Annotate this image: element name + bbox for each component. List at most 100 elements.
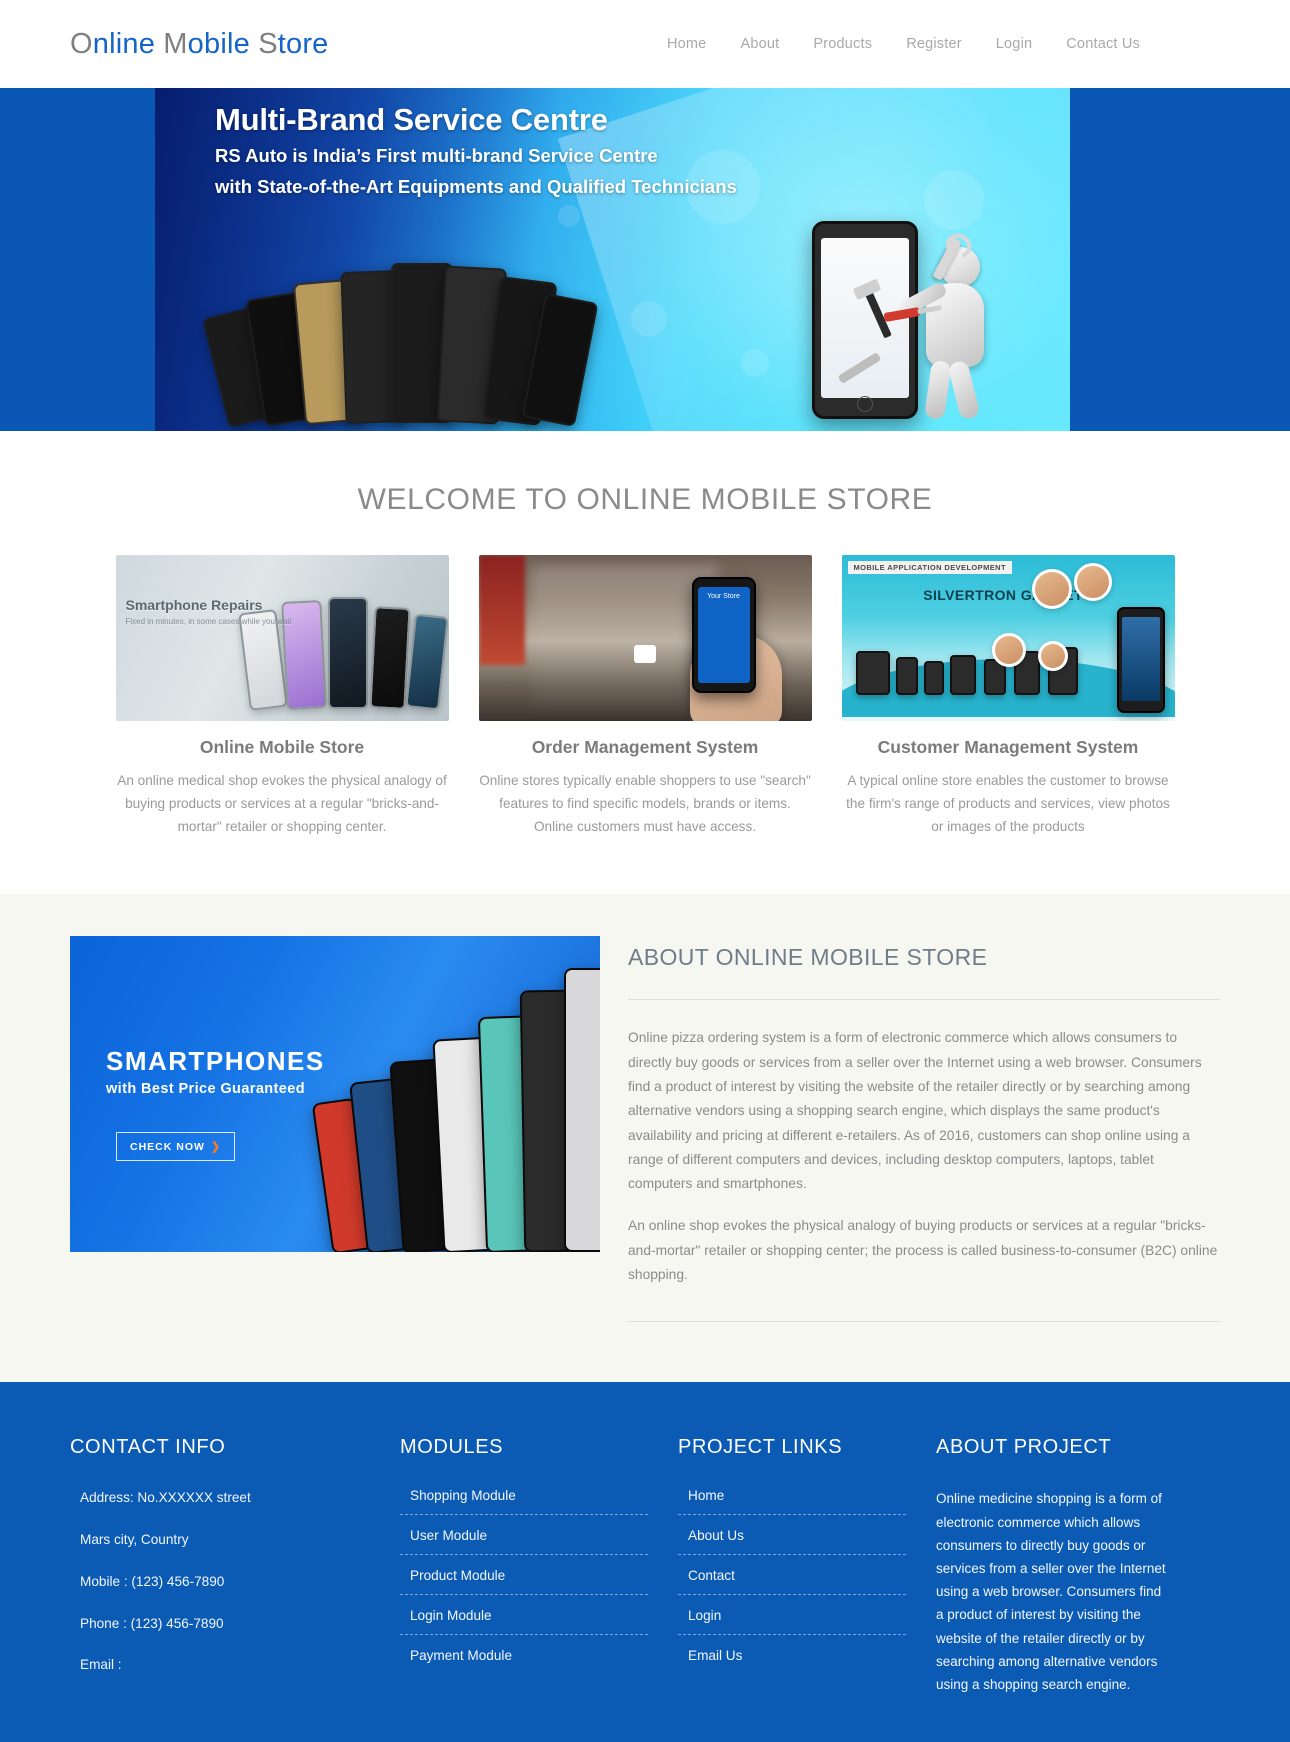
nav-item-login[interactable]: Login: [996, 36, 1032, 52]
about-banner-image: SMARTPHONES with Best Price Guaranteed C…: [70, 936, 600, 1253]
about-paragraph-2: An online shop evokes the physical analo…: [628, 1218, 1218, 1283]
project-link-login[interactable]: Login: [688, 1608, 721, 1623]
nav-item-contact-us[interactable]: Contact Us: [1066, 36, 1140, 52]
check-now-label: CHECK NOW: [130, 1140, 205, 1153]
footer-heading-contact-info: CONTACT INFO: [70, 1436, 226, 1459]
nav-item-register[interactable]: Register: [906, 36, 962, 52]
card-title: Customer Management System: [877, 737, 1139, 757]
feature-card-online-mobile-store[interactable]: Smartphone Repairs Fixed in minutes, in …: [115, 555, 449, 838]
list-item[interactable]: Home: [678, 1487, 906, 1516]
footer-column-about-project: ABOUT PROJECT Online medicine shopping i…: [936, 1436, 1196, 1696]
technician-leg-left: [924, 359, 952, 421]
about-heading: ABOUT ONLINE MOBILE STORE: [628, 944, 988, 971]
card-title: Order Management System: [531, 737, 759, 757]
card-image-caption: Smartphone Repairs Fixed in minutes, in …: [125, 597, 292, 626]
site-footer: CONTACT INFO Address: No.XXXXXX street M…: [0, 1382, 1290, 1742]
welcome-heading: WELCOME TO ONLINE MOBILE STORE: [357, 483, 933, 516]
logo-text-tore: tore: [277, 27, 329, 60]
about-text-block: ABOUT ONLINE MOBILE STORE Online pizza o…: [628, 936, 1220, 1323]
about-divider-top: [628, 999, 1220, 1001]
card-image-backdrop: [478, 555, 526, 665]
nav-item-products[interactable]: Products: [813, 36, 872, 52]
logo-letter-o: O: [70, 27, 93, 60]
list-item[interactable]: Email Us: [678, 1647, 906, 1674]
logo-letter-s: S: [258, 27, 278, 60]
footer-heading-project-links: PROJECT LINKS: [678, 1436, 843, 1459]
about-paragraph-1: Online pizza ordering system is a form o…: [628, 1030, 1202, 1192]
about-banner-headline: SMARTPHONES: [106, 1046, 325, 1077]
chevron-right-icon: ❯: [210, 1141, 222, 1154]
card-description: An online medical shop evokes the physic…: [117, 773, 447, 834]
welcome-section: WELCOME TO ONLINE MOBILE STORE Smartphon…: [0, 431, 1290, 895]
contact-email: Email :: [80, 1657, 122, 1673]
hero-subtitle-line-2: with State-of-the-Art Equipments and Qua…: [215, 176, 737, 198]
footer-column-contact-info: CONTACT INFO Address: No.XXXXXX street M…: [70, 1436, 400, 1696]
hero-service-phone: [812, 221, 918, 419]
about-banner-text: SMARTPHONES with Best Price Guaranteed: [106, 1046, 325, 1097]
card-description: A typical online store enables the custo…: [846, 773, 1170, 834]
technician-leg-right: [947, 359, 981, 421]
nav-item-home[interactable]: Home: [667, 36, 706, 52]
contact-phone: Phone : (123) 456-7890: [80, 1615, 224, 1631]
hero-title: Multi-Brand Service Centre: [215, 102, 608, 137]
contact-mobile: Mobile : (123) 456-7890: [80, 1573, 225, 1589]
about-section: SMARTPHONES with Best Price Guaranteed C…: [0, 894, 1290, 1383]
hero-subtitle-line-1: RS Auto is India’s First multi-brand Ser…: [215, 144, 658, 166]
list-item[interactable]: User Module: [400, 1527, 648, 1556]
footer-heading-modules: MODULES: [400, 1436, 504, 1459]
list-item[interactable]: Shopping Module: [400, 1487, 648, 1516]
card-image-smartphone-repairs: Smartphone Repairs Fixed in minutes, in …: [115, 555, 449, 721]
logo-text-obile: obile: [187, 27, 259, 60]
hero-phone-lineup: [202, 223, 599, 428]
module-link-shopping[interactable]: Shopping Module: [410, 1488, 516, 1503]
about-divider-bottom: [628, 1321, 1220, 1323]
card-title: Online Mobile Store: [199, 737, 365, 757]
project-link-contact[interactable]: Contact: [688, 1568, 735, 1583]
module-link-user[interactable]: User Module: [410, 1528, 487, 1543]
module-link-login[interactable]: Login Module: [410, 1608, 492, 1623]
project-link-about-us[interactable]: About Us: [688, 1528, 744, 1543]
list-item[interactable]: Contact: [678, 1567, 906, 1596]
module-link-product[interactable]: Product Module: [410, 1568, 505, 1583]
card-image-tag: MOBILE APPLICATION DEVELOPMENT: [847, 561, 1012, 574]
list-item[interactable]: Login Module: [400, 1607, 648, 1636]
feature-card-customer-management-system[interactable]: MOBILE APPLICATION DEVELOPMENT SILVERTRO…: [841, 555, 1175, 838]
phone-illustration: [691, 577, 756, 693]
project-link-email-us[interactable]: Email Us: [688, 1648, 742, 1663]
contact-info-list: Address: No.XXXXXX street Mars city, Cou…: [70, 1487, 370, 1676]
about-banner-subheadline: with Best Price Guaranteed: [106, 1081, 305, 1098]
main-navigation: Home About Products Register Login Conta…: [667, 36, 1220, 52]
hero-technician-figure: [891, 241, 1002, 421]
shopping-cart-icon: [634, 644, 656, 663]
module-link-payment[interactable]: Payment Module: [410, 1648, 512, 1663]
list-item[interactable]: Login: [678, 1607, 906, 1636]
footer-column-project-links: PROJECT LINKS Home About Us Contact Logi…: [678, 1436, 936, 1696]
project-link-home[interactable]: Home: [688, 1488, 724, 1503]
footer-heading-about-project: ABOUT PROJECT: [936, 1436, 1112, 1459]
card-description: Online stores typically enable shoppers …: [479, 773, 811, 834]
about-project-text: Online medicine shopping is a form of el…: [936, 1491, 1166, 1693]
feature-cards: Smartphone Repairs Fixed in minutes, in …: [0, 555, 1290, 838]
logo-letter-m: M: [163, 27, 188, 60]
card-image-order-management: [478, 555, 812, 721]
site-header: Online Mobile Store Home About Products …: [0, 0, 1290, 88]
card-image-caption: SILVERTRON GADGETS: [923, 587, 1093, 603]
list-item[interactable]: Product Module: [400, 1567, 648, 1596]
hero-banner-image: Multi-Brand Service Centre RS Auto is In…: [155, 88, 1070, 431]
list-item[interactable]: Payment Module: [400, 1647, 648, 1674]
hero-text-block: Multi-Brand Service Centre RS Auto is In…: [215, 102, 737, 202]
card-image-silvertron-gadgets: MOBILE APPLICATION DEVELOPMENT SILVERTRO…: [841, 555, 1175, 721]
logo-text-nline: nline: [92, 27, 164, 60]
feature-card-order-management-system[interactable]: Order Management System Online stores ty…: [478, 555, 812, 838]
card-image-subcaption: Fixed in minutes, in some cases while yo…: [125, 617, 292, 626]
hero-banner: Multi-Brand Service Centre RS Auto is In…: [0, 88, 1290, 431]
nav-item-about[interactable]: About: [740, 36, 779, 52]
contact-city: Mars city, Country: [80, 1532, 189, 1548]
featured-phone-illustration: [1116, 607, 1165, 713]
list-item[interactable]: About Us: [678, 1527, 906, 1556]
site-logo[interactable]: Online Mobile Store: [70, 28, 329, 61]
project-links-list: Home About Us Contact Login Email Us: [678, 1487, 906, 1674]
modules-list: Shopping Module User Module Product Modu…: [400, 1487, 648, 1674]
check-now-button[interactable]: CHECK NOW ❯: [116, 1132, 236, 1162]
footer-column-modules: MODULES Shopping Module User Module Prod…: [400, 1436, 678, 1696]
